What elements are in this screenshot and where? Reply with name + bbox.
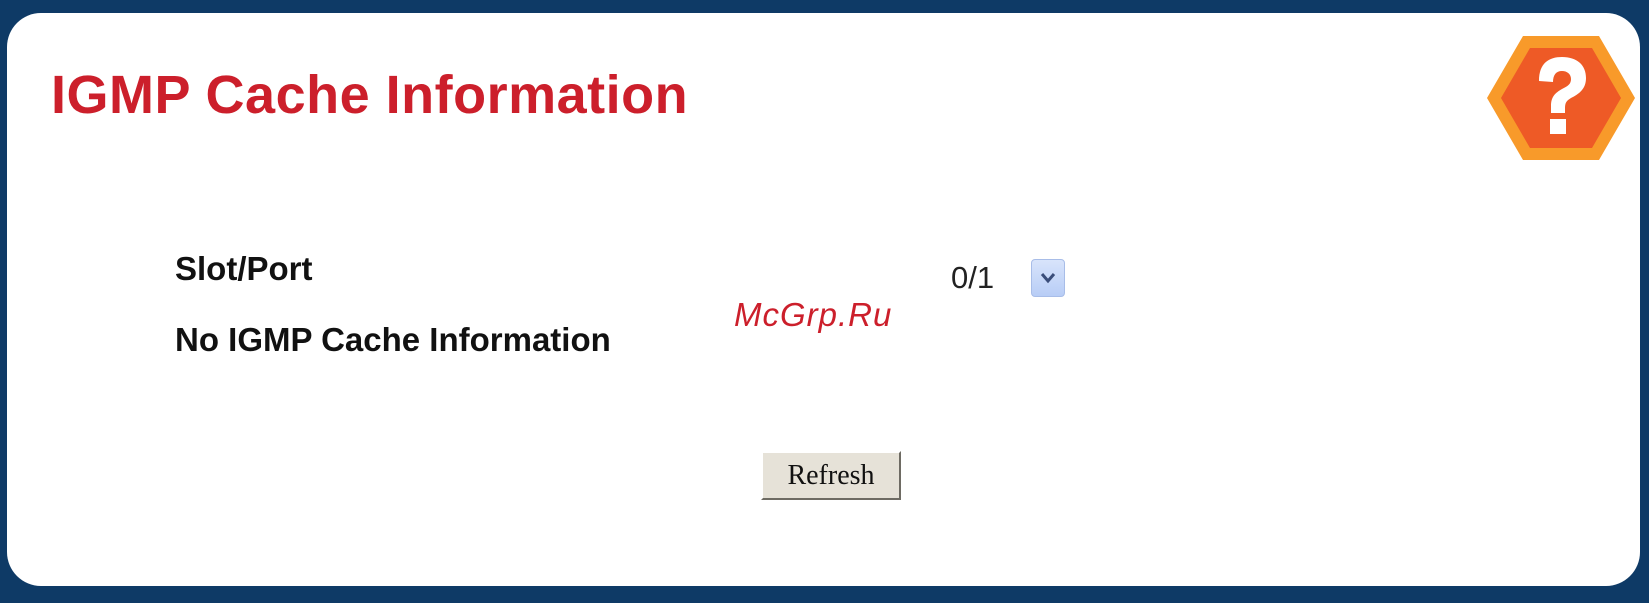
slot-port-select[interactable]: 0/1 <box>943 257 1065 299</box>
refresh-button[interactable]: Refresh <box>761 451 901 500</box>
content-panel: IGMP Cache Information Slot/Port 0/1 No … <box>7 13 1640 586</box>
dropdown-arrow-button[interactable] <box>1031 259 1065 297</box>
slot-port-selected-value: 0/1 <box>951 260 995 295</box>
window-frame: IGMP Cache Information Slot/Port 0/1 No … <box>0 0 1649 603</box>
chevron-down-icon <box>1040 273 1056 284</box>
status-message: No IGMP Cache Information <box>175 321 611 358</box>
help-question-icon <box>1487 36 1635 160</box>
help-button[interactable] <box>1485 33 1637 163</box>
watermark-text: McGrp.Ru <box>734 296 893 333</box>
page-title: IGMP Cache Information <box>51 65 689 125</box>
slot-port-label: Slot/Port <box>175 250 313 287</box>
